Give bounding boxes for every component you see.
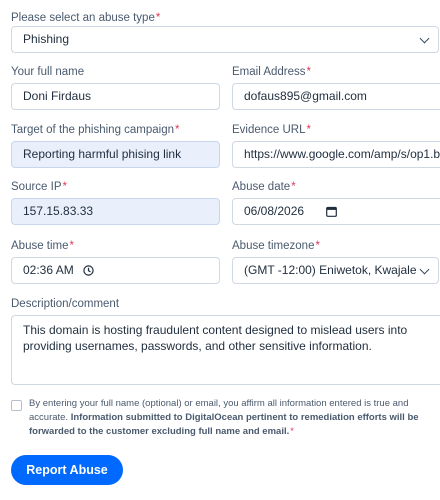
consent-text: By entering your full name (optional) or… — [29, 398, 419, 437]
source-ip-label: Source IP* — [11, 181, 67, 193]
report-abuse-button[interactable]: Report Abuse — [11, 455, 123, 485]
evidence-url-input[interactable]: https://www.google.com/amp/s/op1.bu — [232, 141, 440, 168]
full-name-input[interactable]: Doni Firdaus — [11, 83, 220, 110]
abuse-type-label: Please select an abuse type* — [11, 12, 161, 24]
clock-icon[interactable] — [83, 265, 94, 276]
email-input[interactable]: dofaus895@gmail.com — [232, 83, 440, 110]
abuse-date-input[interactable]: 06/08/2026 — [232, 198, 440, 225]
source-ip-input[interactable]: 157.15.83.33 — [11, 198, 220, 225]
timezone-select[interactable]: (GMT -12:00) Eniwetok, Kwajale — [232, 257, 439, 284]
description-textarea[interactable] — [11, 315, 440, 385]
description-label: Description/comment — [11, 298, 120, 310]
target-label: Target of the phishing campaign* — [11, 124, 180, 136]
chevron-down-icon — [419, 33, 430, 44]
abuse-time-label: Abuse time* — [11, 240, 75, 252]
calendar-icon[interactable] — [326, 206, 337, 217]
timezone-label: Abuse timezone* — [232, 240, 320, 252]
abuse-type-select[interactable]: Phishing — [11, 26, 439, 53]
timezone-value: (GMT -12:00) Eniwetok, Kwajale — [244, 263, 417, 277]
consent-checkbox[interactable] — [11, 400, 22, 411]
abuse-date-label: Abuse date* — [232, 181, 296, 193]
target-input[interactable]: Reporting harmful phising link — [11, 141, 220, 168]
chevron-down-icon — [419, 264, 430, 275]
evidence-url-label: Evidence URL* — [232, 124, 311, 136]
abuse-type-value: Phishing — [23, 32, 70, 46]
abuse-time-input[interactable]: 02:36 AM — [11, 257, 220, 284]
full-name-label: Your full name — [11, 66, 85, 78]
email-label: Email Address* — [232, 66, 311, 78]
